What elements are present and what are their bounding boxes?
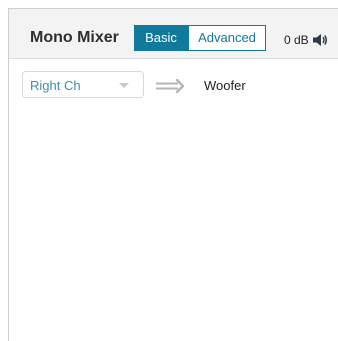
tab-advanced[interactable]: Advanced [188, 25, 266, 51]
tab-basic[interactable]: Basic [134, 25, 188, 51]
input-channel-value: Right Ch [30, 78, 81, 93]
double-arrow-right-icon [156, 78, 190, 94]
panel-title: Mono Mixer [30, 29, 119, 46]
chevron-down-icon [119, 83, 129, 88]
volume-control[interactable]: 0 dB [284, 33, 328, 47]
speaker-volume-icon[interactable] [312, 33, 328, 47]
mono-mixer-panel: Mono Mixer Basic Advanced 0 dB Right Ch … [8, 8, 338, 341]
panel-header: Mono Mixer Basic Advanced 0 dB [9, 9, 338, 59]
output-channel-label: Woofer [204, 78, 246, 93]
volume-level: 0 dB [284, 33, 309, 47]
input-channel-select[interactable]: Right Ch [22, 71, 144, 98]
